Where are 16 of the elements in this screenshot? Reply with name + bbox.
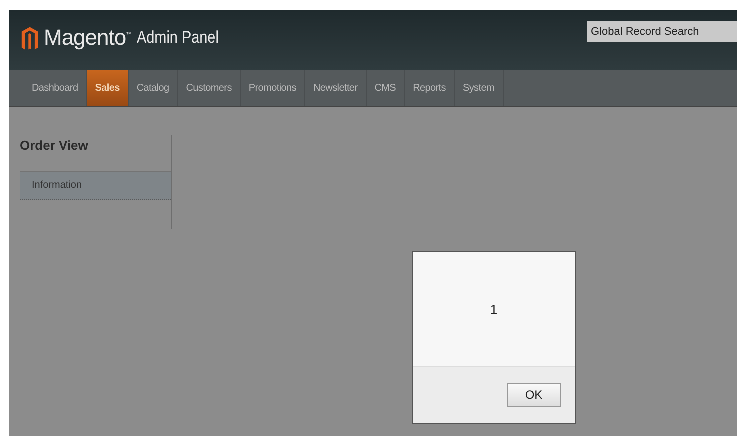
nav-tab[interactable]: CMS <box>366 70 406 106</box>
nav-tab[interactable]: Newsletter <box>305 70 367 106</box>
brand-name: Magento$^{™}$ <box>44 25 132 51</box>
sidebar-item[interactable]: Information <box>20 171 171 200</box>
product-name: Admin Panel <box>136 28 219 48</box>
nav-tab[interactable]: Reports <box>405 70 455 106</box>
sidebar-title: Order View <box>20 137 90 155</box>
ok-button[interactable]: OK <box>507 383 561 407</box>
nav-tab[interactable]: Customers <box>178 70 241 106</box>
logo-icon <box>21 26 39 50</box>
nav-tab[interactable]: Catalog <box>128 70 178 106</box>
dialog-message: 1 <box>490 302 498 316</box>
nav-tab[interactable]: System <box>454 70 504 106</box>
nav-tab[interactable]: Promotions <box>240 70 306 106</box>
search-field[interactable]: Global Record Search <box>587 21 737 42</box>
nav-tab[interactable]: Sales <box>87 70 129 106</box>
